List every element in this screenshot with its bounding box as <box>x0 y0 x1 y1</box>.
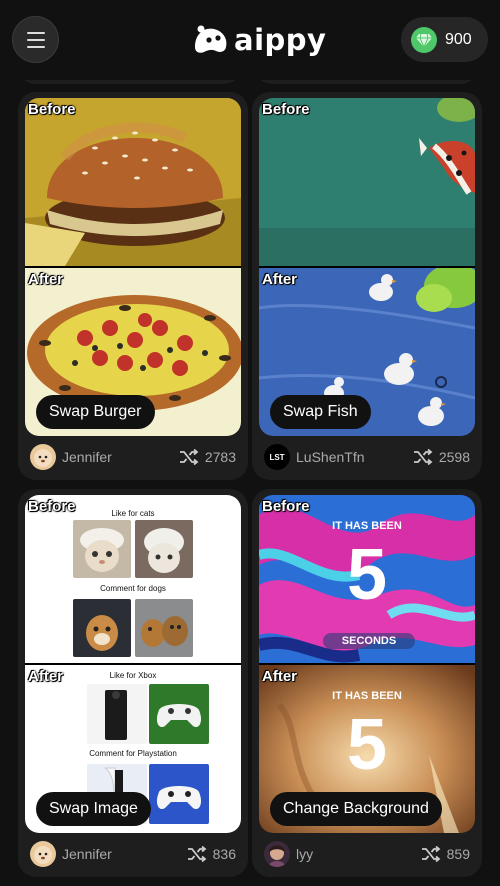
avatar-initials: LST <box>269 452 285 462</box>
before-after-preview[interactable]: Like for cats Comment for dogs Before Li… <box>25 495 241 833</box>
after-number: 5 <box>346 705 388 785</box>
before-tag: Before <box>28 101 76 118</box>
swap-image-button[interactable]: Swap Image <box>36 792 151 826</box>
remix-number: 2783 <box>204 449 236 465</box>
playstation-controller-photo <box>149 764 209 824</box>
before-text-bottom: SECONDS <box>323 633 415 649</box>
menu-button[interactable] <box>12 16 59 63</box>
before-tag: Before <box>28 498 76 515</box>
user-avatar[interactable] <box>264 841 290 867</box>
user-avatar[interactable]: LST <box>264 444 290 470</box>
before-text-top: IT HAS BEEN <box>332 520 402 532</box>
before-image: Before <box>259 98 475 266</box>
before-tag: Before <box>262 101 310 118</box>
remix-count: 2783 <box>179 449 236 465</box>
dog-photo <box>135 599 193 657</box>
template-card[interactable]: Before After Swap Burger Jennifer 2783 <box>18 92 248 480</box>
credits-count: 900 <box>445 30 472 48</box>
swap-burger-button[interactable]: Swap Burger <box>36 395 155 429</box>
xbox-photo <box>87 684 147 744</box>
brand-logo[interactable]: aippy <box>192 22 326 58</box>
remix-number: 2598 <box>438 449 470 465</box>
card-footer: lyy 859 <box>264 839 470 869</box>
after-tag: After <box>262 668 298 685</box>
remix-count: 836 <box>187 846 236 862</box>
user-avatar[interactable] <box>30 444 56 470</box>
xbox-controller-photo <box>149 684 209 744</box>
remix-number: 836 <box>212 846 236 862</box>
brand-name: aippy <box>234 23 327 57</box>
after-text-top: IT HAS BEEN <box>332 690 402 702</box>
gem-icon <box>411 26 437 53</box>
remix-count: 859 <box>421 846 470 862</box>
template-card[interactable]: IT HAS BEEN 5 SECONDS Before IT HAS BEEN <box>252 489 482 877</box>
card-footer: Jennifer 2783 <box>30 442 236 472</box>
template-card[interactable]: Like for cats Comment for dogs Before Li… <box>18 489 248 877</box>
before-bottom-caption: Comment for dogs <box>100 584 166 593</box>
before-image: Like for cats Comment for dogs Before <box>25 495 241 663</box>
username[interactable]: lyy <box>296 846 421 862</box>
shuffle-icon <box>421 846 441 862</box>
before-after-preview[interactable]: IT HAS BEEN 5 SECONDS Before IT HAS BEEN <box>259 495 475 833</box>
menu-icon <box>26 31 45 34</box>
credits-badge[interactable]: 900 <box>401 17 488 62</box>
swap-fish-button[interactable]: Swap Fish <box>270 395 371 429</box>
shuffle-icon <box>187 846 207 862</box>
card-footer: LST LuShenTfn 2598 <box>264 442 470 472</box>
before-image: IT HAS BEEN 5 SECONDS Before <box>259 495 475 663</box>
before-number: 5 <box>346 535 388 615</box>
template-card[interactable]: Before After Swap Fish LST LuShenTfn 259… <box>252 92 482 480</box>
shuffle-icon <box>413 449 433 465</box>
user-avatar[interactable] <box>30 841 56 867</box>
before-after-preview[interactable]: Before After Swap Burger <box>25 98 241 436</box>
cat-photo <box>73 520 131 578</box>
username[interactable]: Jennifer <box>62 846 187 862</box>
remix-count: 2598 <box>413 449 470 465</box>
change-background-button[interactable]: Change Background <box>270 792 442 826</box>
app-header: aippy 900 <box>0 0 500 80</box>
card-footer: Jennifer 836 <box>30 839 236 869</box>
before-image: Before <box>25 98 241 266</box>
shuffle-icon <box>179 449 199 465</box>
after-tag: After <box>262 271 298 288</box>
before-after-preview[interactable]: Before After Swap Fish <box>259 98 475 436</box>
dog-photo <box>73 599 131 657</box>
after-bottom-caption: Comment for Playstation <box>89 749 177 758</box>
aippy-logo-icon <box>195 25 227 53</box>
after-tag: After <box>28 271 64 288</box>
remix-number: 859 <box>446 846 470 862</box>
username[interactable]: LuShenTfn <box>296 449 413 465</box>
username[interactable]: Jennifer <box>62 449 179 465</box>
cat-photo <box>135 520 193 578</box>
after-tag: After <box>28 668 64 685</box>
before-tag: Before <box>262 498 310 515</box>
